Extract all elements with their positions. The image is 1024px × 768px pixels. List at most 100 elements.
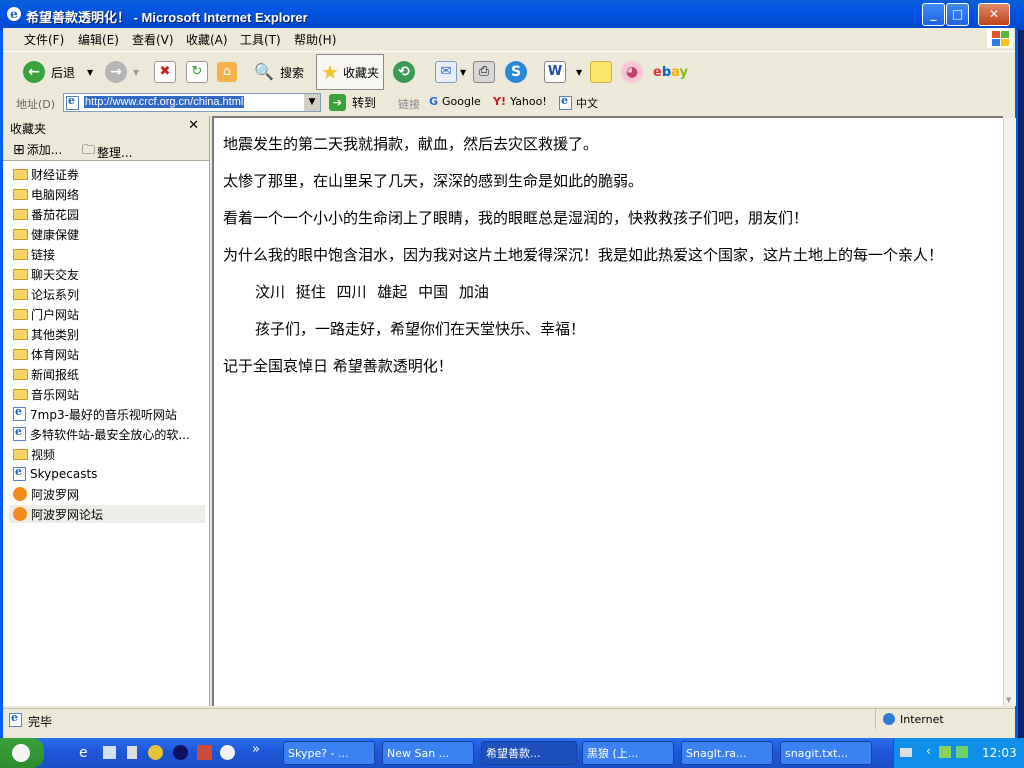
link-chinese-label: 中文: [576, 97, 598, 110]
favorite-label: 门户网站: [31, 307, 80, 322]
favorite-item[interactable]: 其他类别: [13, 325, 79, 343]
menu-edit[interactable]: 编辑(E): [78, 31, 119, 48]
organize-label: 整理...: [97, 145, 133, 160]
link-yahoo[interactable]: Y! Yahoo!: [493, 95, 547, 108]
edit-dropdown-icon[interactable]: ▼: [576, 68, 582, 77]
favorite-item[interactable]: 门户网站: [13, 305, 79, 323]
zone-label: Internet: [900, 713, 944, 726]
favorites-panel: 收藏夹 ✕ ⊞ 添加... 🗀 整理... 财经证券 电脑网络 番茄花园 健康保健 链接…: [3, 116, 210, 706]
favorite-item[interactable]: 阿波罗网论坛: [9, 505, 205, 523]
quicklaunch-more-icon[interactable]: »: [252, 742, 260, 757]
favorite-item[interactable]: 音乐网站: [13, 385, 79, 403]
favorite-item[interactable]: 阿波罗网: [13, 485, 79, 503]
quicklaunch-game-icon[interactable]: [197, 745, 212, 760]
notes-button[interactable]: [590, 58, 612, 86]
vertical-scrollbar[interactable]: ▼: [1003, 118, 1016, 706]
title-bar[interactable]: e 希望善款透明化！ - Microsoft Internet Explorer…: [0, 0, 1024, 30]
paragraph: 孩子们，一路走好，希望你们在天堂快乐、幸福！: [255, 320, 586, 338]
favorite-label: 7mp3-最好的音乐视听网站: [30, 407, 177, 422]
start-button[interactable]: [0, 738, 44, 768]
refresh-button[interactable]: ↻: [186, 58, 208, 86]
messenger-button[interactable]: S: [505, 58, 527, 86]
home-button[interactable]: ⌂: [217, 58, 237, 86]
maximize-button[interactable]: □: [946, 3, 969, 26]
favorite-item[interactable]: 体育网站: [13, 345, 79, 363]
favorite-item[interactable]: 番茄花园: [13, 205, 79, 223]
address-input[interactable]: http://www.crcf.org.cn/china.html ▼: [63, 93, 321, 112]
menu-favorites[interactable]: 收藏(A): [186, 31, 228, 48]
favorite-item[interactable]: 新闻报纸: [13, 365, 79, 383]
favorite-item[interactable]: 健康保健: [13, 225, 79, 243]
mail-dropdown-icon[interactable]: ▼: [460, 68, 466, 77]
task-ie-window[interactable]: 希望善款...: [481, 741, 577, 765]
minimize-button[interactable]: _: [922, 3, 945, 26]
forward-dropdown-icon[interactable]: ▼: [133, 68, 139, 77]
add-favorite-label: 添加...: [26, 143, 63, 157]
favorite-label: 电脑网络: [31, 187, 80, 202]
organize-favorites-button[interactable]: 🗀 整理...: [82, 141, 132, 163]
favorite-item[interactable]: 财经证券: [13, 165, 79, 183]
quicklaunch-ie-icon[interactable]: e: [79, 745, 88, 761]
ebay-button[interactable]: ebay: [653, 58, 688, 86]
quicklaunch-app-icon[interactable]: [148, 745, 163, 760]
favorite-item[interactable]: 电脑网络: [13, 185, 79, 203]
stop-button[interactable]: ✖: [154, 58, 176, 86]
link-yahoo-label: Yahoo!: [509, 95, 547, 108]
messenger-icon: S: [505, 61, 527, 83]
close-button[interactable]: ✕: [978, 3, 1010, 26]
pig-button[interactable]: ◕: [621, 58, 643, 86]
favorite-label: 链接: [31, 247, 56, 262]
task-heilang[interactable]: 黑狼 (上...: [582, 741, 674, 765]
tray-app2-icon[interactable]: [956, 746, 968, 758]
menu-tools[interactable]: 工具(T): [240, 31, 281, 48]
paragraph: 太惨了那里，在山里呆了几天，深深的感到生命是如此的脆弱。: [223, 172, 644, 190]
folder-icon: [13, 308, 28, 320]
menu-file[interactable]: 文件(F): [24, 31, 64, 48]
add-favorite-button[interactable]: ⊞ 添加...: [13, 141, 62, 158]
add-favorite-icon: ⊞: [13, 141, 25, 158]
quicklaunch-chat-icon[interactable]: [220, 745, 235, 760]
mail-button[interactable]: ✉ ▼: [435, 58, 466, 86]
scroll-down-icon[interactable]: ▼: [1006, 696, 1011, 704]
favorite-item[interactable]: 聊天交友: [13, 265, 79, 283]
link-google[interactable]: G Google: [429, 95, 481, 108]
close-panel-icon[interactable]: ✕: [188, 118, 199, 133]
tray-app-icon[interactable]: [939, 746, 951, 758]
task-skype[interactable]: Skype? - ...: [283, 741, 375, 765]
menu-help[interactable]: 帮助(H): [294, 31, 336, 48]
favorite-item[interactable]: 7mp3-最好的音乐视听网站: [13, 405, 177, 423]
favorites-button[interactable]: ★ 收藏夹: [316, 54, 384, 90]
address-dropdown-icon[interactable]: ▼: [304, 94, 320, 111]
print-button[interactable]: ⎙: [473, 58, 495, 86]
task-new-san[interactable]: New San ...: [382, 741, 474, 765]
task-snagit-rar[interactable]: SnagIt.ra...: [681, 741, 773, 765]
favorite-item[interactable]: 多特软件站-最安全放心的软...: [13, 425, 190, 443]
tray-expand-icon[interactable]: ‹: [926, 744, 931, 758]
folder-icon: [13, 368, 28, 380]
go-button[interactable]: ➔ 转到: [329, 94, 376, 111]
quicklaunch-desktop-icon[interactable]: [103, 746, 116, 759]
history-button[interactable]: ⟲: [393, 58, 415, 86]
back-dropdown-icon[interactable]: ▼: [87, 68, 93, 77]
ie-window: e 希望善款透明化！ - Microsoft Internet Explorer…: [0, 0, 1024, 738]
search-button[interactable]: 🔍 搜索: [254, 58, 304, 86]
keyboard-icon[interactable]: [900, 748, 912, 757]
quicklaunch-media-icon[interactable]: [173, 745, 188, 760]
task-snagit-txt[interactable]: snagit.txt...: [780, 741, 872, 765]
address-url[interactable]: http://www.crcf.org.cn/china.html: [84, 96, 245, 108]
favorite-item[interactable]: 视频: [13, 445, 55, 463]
favorite-item[interactable]: 链接: [13, 245, 55, 263]
favorite-item[interactable]: Skypecasts: [13, 465, 97, 483]
yahoo-icon: Y!: [493, 95, 506, 108]
edit-word-button[interactable]: W ▼: [544, 58, 582, 86]
task-label: Skype? - ...: [288, 746, 349, 760]
forward-button[interactable]: → ▼: [105, 58, 139, 86]
quicklaunch-doc-icon[interactable]: [127, 746, 137, 759]
link-chinese[interactable]: 中文: [559, 94, 598, 111]
clock[interactable]: 12:03: [982, 746, 1017, 760]
back-button[interactable]: ← 后退 ▼: [23, 58, 93, 86]
go-label: 转到: [352, 96, 377, 110]
favorite-item[interactable]: 论坛系列: [13, 285, 79, 303]
menu-view[interactable]: 查看(V): [132, 31, 174, 48]
mail-icon: ✉: [435, 61, 457, 83]
